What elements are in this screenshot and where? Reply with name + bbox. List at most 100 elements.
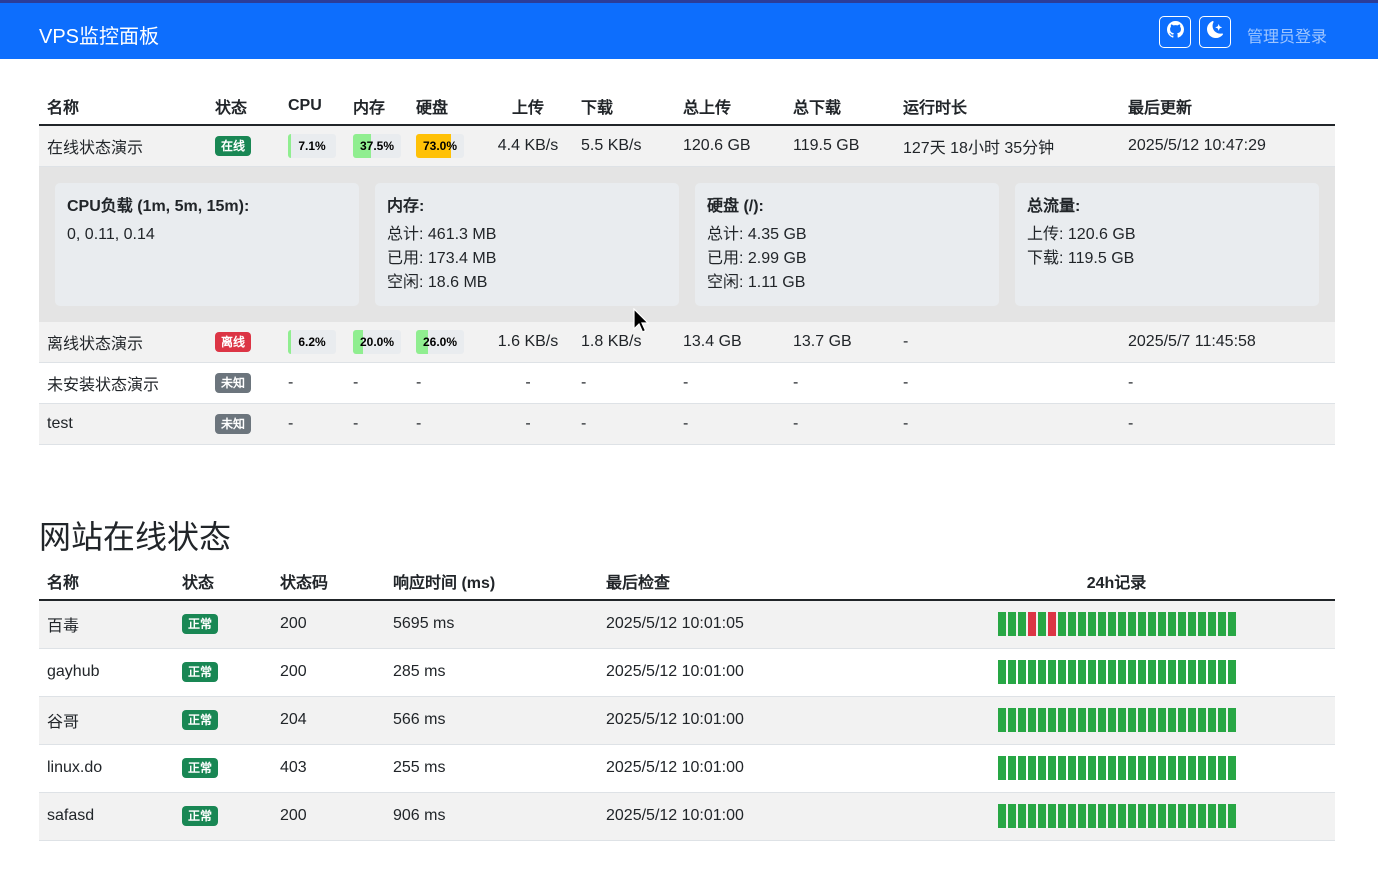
card-line: 上传: 120.6 GB — [1027, 225, 1136, 243]
history-ok-segment — [1227, 756, 1236, 780]
card-line: 0, 0.11, 0.14 — [67, 225, 155, 243]
cpu-usage-bar: 7.1% — [288, 133, 336, 158]
mem-usage-text: - — [353, 415, 359, 432]
cpu-usage-text: - — [288, 415, 294, 432]
admin-login-link[interactable]: 管理员登录 — [1247, 23, 1327, 47]
history-ok-segment — [1087, 804, 1096, 828]
response-time: 285 ms — [393, 663, 446, 680]
history-ok-segment — [997, 612, 1006, 637]
site-row[interactable]: safasd 正常 200 906 ms 2025/5/12 10:01:00 — [39, 792, 1335, 840]
history-ok-segment — [1007, 804, 1016, 828]
history-ok-segment — [997, 660, 1006, 684]
col-name: 名称 — [47, 100, 80, 117]
cpu-usage-text: - — [288, 374, 294, 391]
card-title: 内存: — [387, 197, 425, 215]
site-name: linux.do — [47, 759, 103, 776]
history-ok-segment — [1097, 612, 1106, 637]
history-ok-segment — [1227, 804, 1236, 828]
history-ok-segment — [1167, 612, 1176, 637]
history-ok-segment — [1147, 804, 1156, 828]
history-ok-segment — [1057, 660, 1066, 684]
mouse-cursor-icon — [633, 308, 649, 333]
site-row[interactable]: gayhub 正常 200 285 ms 2025/5/12 10:01:00 — [39, 648, 1335, 696]
status-code: 200 — [280, 615, 307, 633]
download-speed: 1.8 KB/s — [581, 332, 642, 350]
site-row[interactable]: 百毒 正常 200 5695 ms 2025/5/12 10:01:05 — [39, 600, 1335, 648]
history-ok-segment — [1187, 660, 1196, 684]
history-ok-segment — [1027, 804, 1036, 828]
site-row[interactable]: linux.do 正常 403 255 ms 2025/5/12 10:01:0… — [39, 744, 1335, 792]
history-ok-segment — [1147, 756, 1156, 780]
site-row[interactable]: 谷哥 正常 204 566 ms 2025/5/12 10:01:00 — [39, 696, 1335, 744]
last-update: - — [1128, 374, 1134, 391]
history-ok-segment — [1177, 756, 1186, 780]
upload-speed: 1.6 KB/s — [497, 332, 559, 350]
server-detail-cards: CPU负载 (1m, 5m, 15m): 0, 0.11, 0.14 内存: 总… — [55, 182, 1319, 306]
col-disk: 硬盘 — [416, 100, 449, 117]
history-ok-segment — [1167, 660, 1176, 684]
upload-speed: - — [525, 374, 531, 391]
history-ok-segment — [1187, 804, 1196, 828]
history-ok-segment — [1157, 660, 1166, 684]
cpu-usage-text: 7.1% — [298, 138, 326, 153]
history-ok-segment — [1197, 660, 1206, 684]
history-ok-segment — [997, 708, 1006, 732]
server-row[interactable]: 未安装状态演示 未知 - - - - - - - - - — [39, 363, 1335, 404]
col-last-check: 最后检查 — [606, 574, 671, 592]
col-download: 下载 — [581, 100, 614, 117]
server-table: 名称 状态 CPU 内存 硬盘 上传 下载 总上传 总下载 运行时长 最后更新 … — [39, 88, 1335, 445]
history-ok-segment — [1137, 708, 1146, 732]
card-line: 下载: 119.5 GB — [1027, 249, 1135, 267]
history-ok-segment — [1177, 804, 1186, 828]
history-ok-segment — [1057, 612, 1066, 637]
server-row[interactable]: 在线状态演示 在线 7.1% 37.5% 73.0% 4.4 KB/s 5.5 … — [39, 125, 1335, 166]
history-ok-segment — [1077, 708, 1086, 732]
history-ok-segment — [1197, 708, 1206, 732]
history-ok-segment — [1207, 660, 1216, 684]
history-ok-segment — [1137, 612, 1146, 637]
card-line: 已用: 173.4 MB — [387, 249, 497, 267]
history-ok-segment — [1017, 612, 1026, 637]
history-ok-segment — [1087, 660, 1096, 684]
history-ok-segment — [1207, 756, 1216, 780]
history-ok-segment — [1017, 804, 1026, 828]
status-badge: 在线 — [215, 135, 252, 156]
github-button[interactable] — [1159, 16, 1191, 48]
history-ok-segment — [1187, 756, 1196, 780]
history-ok-segment — [1157, 708, 1166, 732]
history-ok-segment — [1147, 708, 1156, 732]
history-ok-segment — [1167, 804, 1176, 828]
history-ok-segment — [1117, 708, 1126, 732]
uptime: - — [903, 415, 909, 432]
total-download: - — [793, 415, 799, 432]
site-table: 名称 状态 状态码 响应时间 (ms) 最后检查 24h记录 百毒 正常 200… — [39, 562, 1335, 841]
col-status-code: 状态码 — [280, 574, 329, 592]
site-name: 百毒 — [47, 618, 80, 636]
download-speed: - — [581, 374, 587, 391]
history-fail-segment — [1027, 612, 1036, 637]
history-ok-segment — [1147, 612, 1156, 637]
history-ok-segment — [1127, 708, 1136, 732]
brand-title[interactable]: VPS监控面板 — [39, 20, 159, 49]
server-row[interactable]: test 未知 - - - - - - - - - — [39, 403, 1335, 445]
disk-usage-bar: 26.0% — [416, 329, 464, 354]
history-ok-segment — [1107, 804, 1116, 828]
history-bar — [997, 612, 1236, 637]
col-mem: 内存 — [353, 100, 386, 117]
col-last-update: 最后更新 — [1128, 100, 1193, 117]
history-ok-segment — [1137, 756, 1146, 780]
history-ok-segment — [1107, 708, 1116, 732]
response-time: 566 ms — [393, 711, 446, 728]
history-ok-segment — [1217, 756, 1226, 780]
uptime: - — [903, 332, 909, 350]
server-name: 离线状态演示 — [47, 335, 144, 353]
server-row[interactable]: 离线状态演示 离线 6.2% 20.0% 26.0% 1.6 KB/s 1.8 … — [39, 321, 1335, 363]
total-download: 119.5 GB — [793, 136, 860, 154]
history-ok-segment — [1027, 708, 1036, 732]
card-line: 总计: 4.35 GB — [707, 225, 807, 243]
history-ok-segment — [1127, 804, 1136, 828]
history-ok-segment — [1157, 756, 1166, 780]
theme-toggle-button[interactable] — [1199, 16, 1231, 48]
card-line: 已用: 2.99 GB — [707, 249, 807, 267]
history-ok-segment — [1097, 708, 1106, 732]
